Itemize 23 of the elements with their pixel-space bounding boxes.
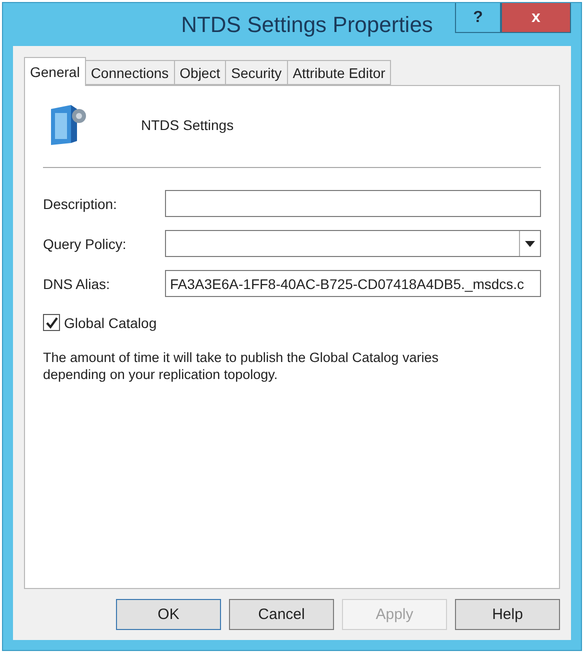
- tab[interactable]: Connections: [84, 60, 175, 85]
- help-button[interactable]: ?: [455, 3, 501, 33]
- dropdown-arrow-icon: [525, 240, 535, 246]
- close-button[interactable]: x: [501, 3, 571, 33]
- checkbox[interactable]: [43, 314, 60, 331]
- tab[interactable]: General: [24, 57, 86, 86]
- object-name: NTDS Settings: [141, 117, 234, 133]
- tab[interactable]: Security: [225, 60, 288, 85]
- tab[interactable]: Object: [174, 60, 226, 85]
- text-field[interactable]: [165, 190, 541, 217]
- text-field[interactable]: FA3A3E6A-1FF8-40AC-B725-CD07418A4DB5._msdcs.c: [165, 270, 541, 297]
- field-label: Query Policy:: [43, 236, 128, 252]
- dialog-button[interactable]: Help: [455, 599, 560, 630]
- query-policy-dropdown[interactable]: [165, 230, 541, 257]
- checkbox-label[interactable]: Global Catalog: [64, 314, 157, 330]
- tab[interactable]: Attribute Editor: [286, 60, 392, 85]
- dialog-button[interactable]: Cancel: [229, 599, 334, 630]
- field-label: Description:: [43, 196, 118, 212]
- info-text: The amount of time it will take to publish the Global Catalog varies depending on your replication topology.: [43, 349, 440, 383]
- check-icon: [46, 316, 58, 328]
- window-title: NTDS Settings Properties: [181, 12, 433, 38]
- dialog-button[interactable]: OK: [116, 599, 221, 630]
- field-label: DNS Alias:: [43, 276, 111, 292]
